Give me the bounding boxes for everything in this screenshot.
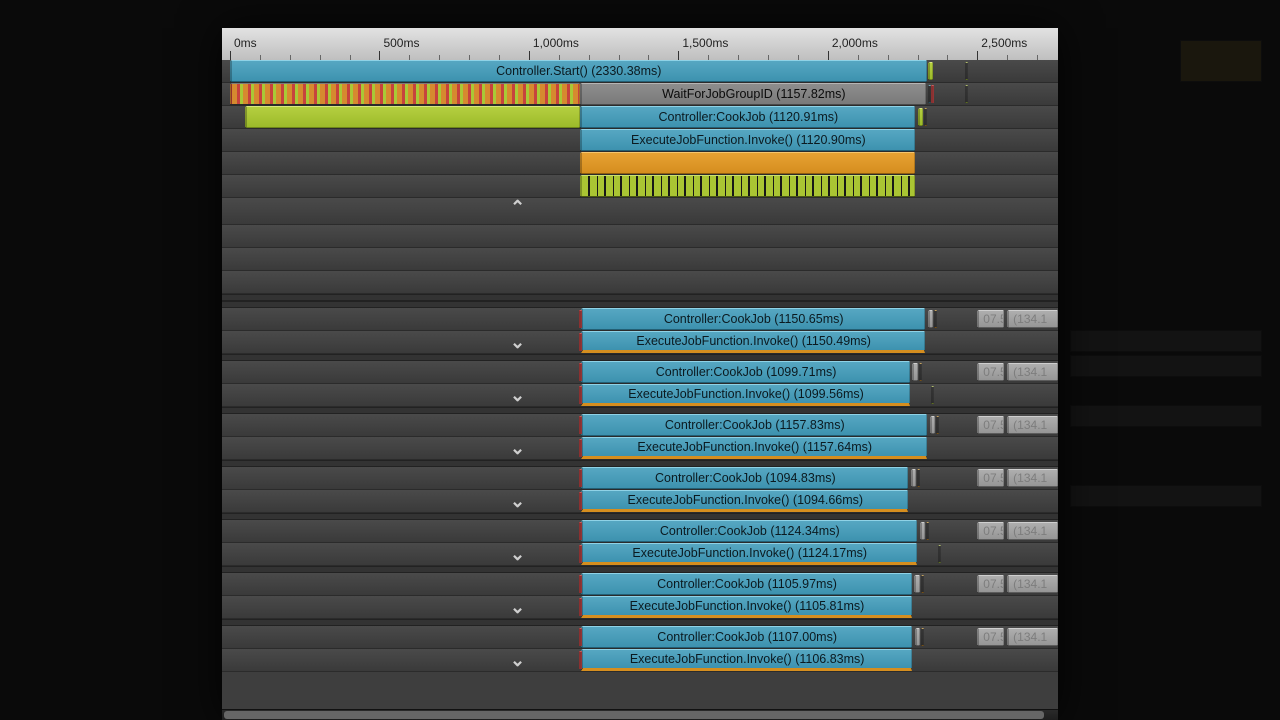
bar-exec[interactable]: ExecuteJobFunction.Invoke() (1105.81ms): [581, 596, 912, 618]
bar-prefix-red[interactable]: [579, 628, 582, 646]
bar-exec[interactable]: ExecuteJobFunction.Invoke() (1106.83ms): [581, 649, 912, 671]
bar-prefix-red[interactable]: [579, 575, 582, 593]
bar-post-gray[interactable]: [930, 416, 935, 434]
bar-tailcell: (134.1: [1007, 310, 1058, 328]
bar-prefix-red[interactable]: [579, 492, 582, 510]
horizontal-scrollbar[interactable]: [222, 709, 1058, 720]
bar-prefix-red[interactable]: [579, 363, 582, 381]
bar-tailcell: (134.1: [1007, 416, 1058, 434]
bar-tail-lime[interactable]: [928, 62, 933, 80]
bar-post-orange[interactable]: [936, 416, 939, 434]
bar-exec[interactable]: ExecuteJobFunction.Invoke() (1157.64ms): [581, 437, 927, 459]
bar-post-gray[interactable]: [911, 469, 916, 487]
bar-cookjob[interactable]: Controller:CookJob (1124.34ms): [581, 520, 917, 542]
bar-cookjob[interactable]: Controller:CookJob (1150.65ms): [581, 308, 925, 330]
bar-tailcell: 07.5: [977, 522, 1004, 540]
bar-post-gray[interactable]: [915, 628, 920, 646]
bar-post-gray[interactable]: [928, 310, 933, 328]
bar-cookjob[interactable]: Controller:CookJob (1094.83ms): [581, 467, 908, 489]
bar-tailcell: (134.1: [1007, 469, 1058, 487]
bar-cookjob[interactable]: Controller:CookJob (1107.00ms): [581, 626, 912, 648]
bar-lime-stripes[interactable]: [580, 175, 915, 197]
bar-tailcell: (134.1: [1007, 628, 1058, 646]
bar-orange-block[interactable]: [580, 152, 915, 174]
bar-tail-lime2[interactable]: [965, 62, 968, 80]
bar-tailcell: 07.5: [977, 310, 1004, 328]
ruler-tick: 1,500ms: [678, 28, 724, 60]
expand-down-icon[interactable]: ⌄: [510, 385, 525, 406]
bar-prefix-red[interactable]: [579, 469, 582, 487]
bar-tailcell: (134.1: [1007, 363, 1058, 381]
collapse-up-icon[interactable]: ⌄: [510, 195, 525, 216]
bar-tailcell: 07.5: [977, 575, 1004, 593]
bar-post-orange[interactable]: [917, 469, 920, 487]
bar-prefix-red[interactable]: [579, 522, 582, 540]
bar-tailcell: (134.1: [1007, 522, 1058, 540]
bar-cookjob[interactable]: Controller:CookJob (1157.83ms): [581, 414, 927, 436]
bar-tailcell: 07.5: [977, 363, 1004, 381]
bar-tail-red[interactable]: [931, 85, 934, 103]
scrollbar-thumb[interactable]: [224, 711, 1044, 719]
bar-tailcell: 07.5: [977, 416, 1004, 434]
bar-exec-main[interactable]: ExecuteJobFunction.Invoke() (1120.90ms): [580, 129, 915, 151]
bar-tailcell: 07.5: [977, 469, 1004, 487]
profiler-panel[interactable]: 0ms500ms1,000ms1,500ms2,000ms2,500ms Con…: [222, 28, 1058, 720]
bar-prefix-red[interactable]: [579, 651, 582, 669]
bar-mixed-stripes[interactable]: [230, 83, 580, 105]
bar-prefix-red[interactable]: [579, 386, 582, 404]
bar-prefix-red[interactable]: [579, 416, 582, 434]
bar-prefix-red[interactable]: [579, 545, 582, 563]
bar-cookjob[interactable]: Controller:CookJob (1099.71ms): [581, 361, 910, 383]
bar-post-orange[interactable]: [919, 363, 922, 381]
bar-post-lime[interactable]: [931, 386, 934, 404]
bar-prefix-red[interactable]: [579, 310, 582, 328]
ruler-tick: 0ms: [230, 28, 253, 60]
bar-post-gray[interactable]: [912, 363, 917, 381]
bar-tail-lime3[interactable]: [965, 85, 968, 103]
bar-post-orange[interactable]: [934, 310, 937, 328]
ruler-tick: 2,500ms: [977, 28, 1023, 60]
bar-exec[interactable]: ExecuteJobFunction.Invoke() (1150.49ms): [581, 331, 925, 353]
bar-lime-solid[interactable]: [245, 106, 580, 128]
bar-tailcell: 07.5: [977, 628, 1004, 646]
bar-post-orange[interactable]: [926, 522, 929, 540]
bar-exec[interactable]: ExecuteJobFunction.Invoke() (1094.66ms): [581, 490, 908, 512]
bar-tail[interactable]: [924, 108, 927, 126]
bar-post-gray[interactable]: [920, 522, 925, 540]
expand-down-icon[interactable]: ⌄: [510, 597, 525, 618]
bar-tail[interactable]: [918, 108, 924, 126]
bar-post-gray[interactable]: [914, 575, 919, 593]
timeline-ruler[interactable]: 0ms500ms1,000ms1,500ms2,000ms2,500ms: [222, 28, 1058, 61]
bar-exec[interactable]: ExecuteJobFunction.Invoke() (1124.17ms): [581, 543, 917, 565]
ruler-tick: 1,000ms: [529, 28, 575, 60]
bar-cookjob[interactable]: Controller:CookJob (1105.97ms): [581, 573, 912, 595]
expand-down-icon[interactable]: ⌄: [510, 438, 525, 459]
bar-wait-jobgroup[interactable]: WaitForJobGroupID (1157.82ms): [580, 83, 926, 105]
bar-controller-start[interactable]: Controller.Start() (2330.38ms): [230, 60, 927, 82]
bar-prefix-red[interactable]: [579, 439, 582, 457]
ruler-tick: 2,000ms: [828, 28, 874, 60]
bar-post-orange[interactable]: [921, 575, 924, 593]
bar-prefix-red[interactable]: [579, 333, 582, 351]
expand-down-icon[interactable]: ⌄: [510, 332, 525, 353]
bar-post-orange[interactable]: [921, 628, 924, 646]
bar-prefix-red[interactable]: [579, 598, 582, 616]
bar-tailcell: (134.1: [1007, 575, 1058, 593]
expand-down-icon[interactable]: ⌄: [510, 491, 525, 512]
timeline-tracks[interactable]: Controller.Start() (2330.38ms)WaitForJob…: [222, 60, 1058, 710]
expand-down-icon[interactable]: ⌄: [510, 650, 525, 671]
expand-down-icon[interactable]: ⌄: [510, 544, 525, 565]
bar-exec[interactable]: ExecuteJobFunction.Invoke() (1099.56ms): [581, 384, 910, 406]
bar-cookjob-main[interactable]: Controller:CookJob (1120.91ms): [580, 106, 915, 128]
bar-post-lime[interactable]: [938, 545, 941, 563]
